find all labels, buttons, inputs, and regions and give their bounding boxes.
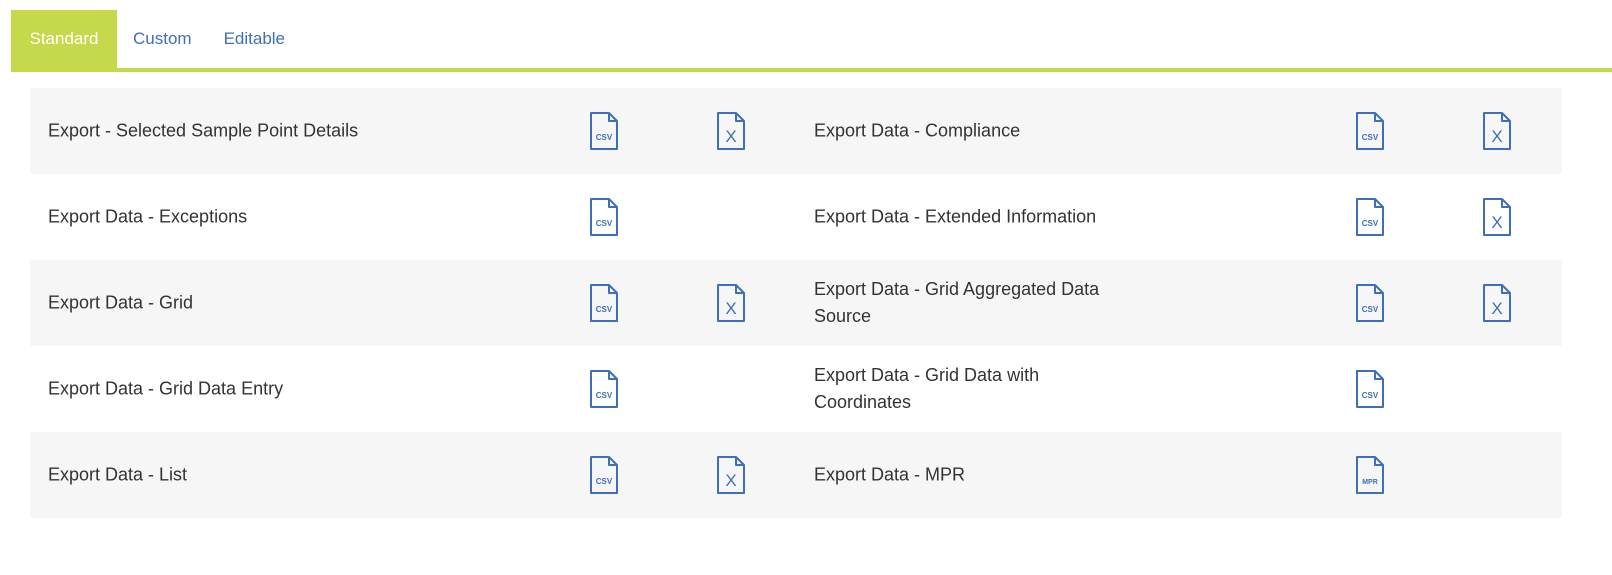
export-label: Export Data - Compliance — [814, 120, 1021, 141]
export-label: Export Data - List — [48, 464, 188, 485]
table-row: Export Data - List CSV X Export Data - M… — [30, 432, 1562, 518]
csv-icon-text: CSV — [596, 477, 613, 486]
export-item: Export Data - Compliance CSV X — [796, 88, 1562, 174]
export-item: Export - Selected Sample Point Details C… — [30, 88, 796, 174]
csv-file-icon[interactable]: CSV — [588, 197, 620, 237]
export-label: Export Data - Grid — [48, 292, 194, 313]
table-row: Export Data - Grid Data Entry CSV Export… — [30, 346, 1562, 432]
table-row: Export Data - Exceptions CSV Export Data… — [30, 174, 1562, 260]
excel-icon-text: X — [725, 471, 736, 490]
export-label: Export Data - Grid Aggregated Data Sourc… — [814, 279, 1100, 326]
excel-file-icon[interactable]: X — [715, 111, 747, 151]
csv-icon-text: CSV — [596, 305, 613, 314]
csv-file-icon[interactable]: CSV — [1354, 111, 1386, 151]
csv-file-icon[interactable]: CSV — [1354, 369, 1386, 409]
export-grid: Export - Selected Sample Point Details C… — [30, 88, 1562, 518]
export-item: Export Data - Extended Information CSV X — [796, 174, 1562, 260]
table-row: Export - Selected Sample Point Details C… — [30, 88, 1562, 174]
excel-file-icon[interactable]: X — [715, 455, 747, 495]
tab-editable[interactable]: Editable — [208, 10, 301, 68]
export-item: Export Data - List CSV X — [30, 432, 796, 518]
csv-file-icon[interactable]: CSV — [588, 455, 620, 495]
csv-icon-text: CSV — [596, 219, 613, 228]
export-label: Export Data - Exceptions — [48, 206, 248, 227]
tab-bar: Standard Custom Editable — [11, 10, 1612, 72]
export-item: Export Data - Grid Data with Coordinates… — [796, 346, 1562, 432]
csv-file-icon[interactable]: CSV — [588, 369, 620, 409]
tab-standard[interactable]: Standard — [11, 10, 117, 68]
mpr-icon-text: MPR — [1362, 479, 1378, 486]
export-label: Export Data - MPR — [814, 464, 966, 485]
csv-icon-text: CSV — [596, 133, 613, 142]
export-item: Export Data - Grid Data Entry CSV — [30, 346, 796, 432]
mpr-file-icon[interactable]: MPR — [1354, 455, 1386, 495]
export-label: Export - Selected Sample Point Details — [48, 120, 359, 141]
excel-file-icon[interactable]: X — [1481, 111, 1513, 151]
export-item: Export Data - Grid CSV X — [30, 260, 796, 346]
excel-file-icon[interactable]: X — [715, 283, 747, 323]
tab-custom[interactable]: Custom — [117, 10, 208, 68]
csv-file-icon[interactable]: CSV — [1354, 283, 1386, 323]
excel-icon-text: X — [1491, 213, 1502, 232]
excel-icon-text: X — [1491, 299, 1502, 318]
csv-file-icon[interactable]: CSV — [588, 283, 620, 323]
export-item: Export Data - Grid Aggregated Data Sourc… — [796, 260, 1562, 346]
export-label: Export Data - Extended Information — [814, 206, 1097, 227]
csv-file-icon[interactable]: CSV — [1354, 197, 1386, 237]
excel-file-icon[interactable]: X — [1481, 283, 1513, 323]
csv-icon-text: CSV — [1362, 219, 1379, 228]
table-row: Export Data - Grid CSV X Export Data - G… — [30, 260, 1562, 346]
csv-icon-text: CSV — [596, 391, 613, 400]
export-item: Export Data - Exceptions CSV — [30, 174, 796, 260]
export-label: Export Data - Grid Data Entry — [48, 378, 284, 399]
csv-file-icon[interactable]: CSV — [588, 111, 620, 151]
export-label: Export Data - Grid Data with Coordinates — [814, 365, 1040, 412]
excel-icon-text: X — [1491, 127, 1502, 146]
export-item: Export Data - MPR MPR — [796, 432, 1562, 518]
excel-icon-text: X — [725, 127, 736, 146]
csv-icon-text: CSV — [1362, 305, 1379, 314]
excel-file-icon[interactable]: X — [1481, 197, 1513, 237]
csv-icon-text: CSV — [1362, 133, 1379, 142]
csv-icon-text: CSV — [1362, 391, 1379, 400]
excel-icon-text: X — [725, 299, 736, 318]
